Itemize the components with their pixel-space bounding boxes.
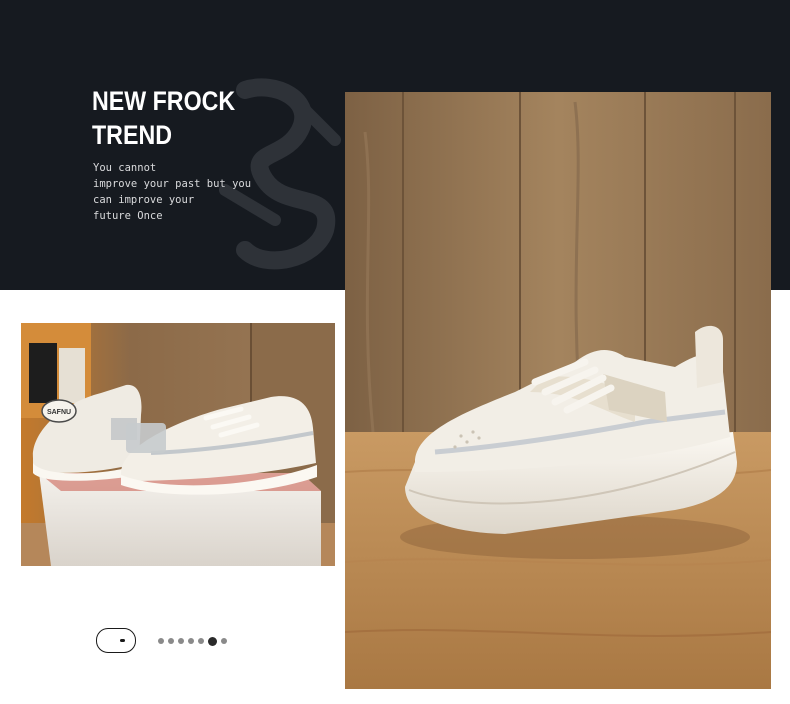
tagline-line: You cannot bbox=[93, 162, 157, 174]
pager-dot[interactable] bbox=[178, 638, 184, 644]
pager-dot-active[interactable] bbox=[208, 636, 217, 646]
tagline-line: can improve your bbox=[93, 194, 195, 206]
pager-dot[interactable] bbox=[168, 638, 174, 644]
headline-line-2: TREND bbox=[92, 120, 172, 150]
sneaker-hero-image bbox=[345, 92, 771, 689]
hero-product-photo[interactable] bbox=[345, 92, 771, 689]
pager-dot[interactable] bbox=[198, 638, 204, 644]
tagline: You cannot improve your past but you can… bbox=[93, 160, 253, 224]
brand-badge-text: SAFNU bbox=[47, 409, 71, 416]
headline-line-1: NEW FROCK bbox=[92, 86, 236, 116]
tagline-line: future Once bbox=[93, 210, 163, 222]
headline: NEW FROCK TREND bbox=[92, 84, 235, 152]
toggle-knob bbox=[120, 639, 125, 642]
pager-dot[interactable] bbox=[158, 638, 164, 644]
carousel-pager bbox=[158, 636, 227, 646]
tagline-line: improve your past but you bbox=[93, 178, 252, 190]
pager-dot[interactable] bbox=[188, 638, 194, 644]
thumbnail-product-photo[interactable]: SAFNU bbox=[21, 323, 335, 566]
pager-dot[interactable] bbox=[221, 638, 227, 644]
toggle-icon[interactable] bbox=[96, 628, 136, 653]
sneaker-pair-on-box-image: SAFNU bbox=[21, 323, 335, 566]
